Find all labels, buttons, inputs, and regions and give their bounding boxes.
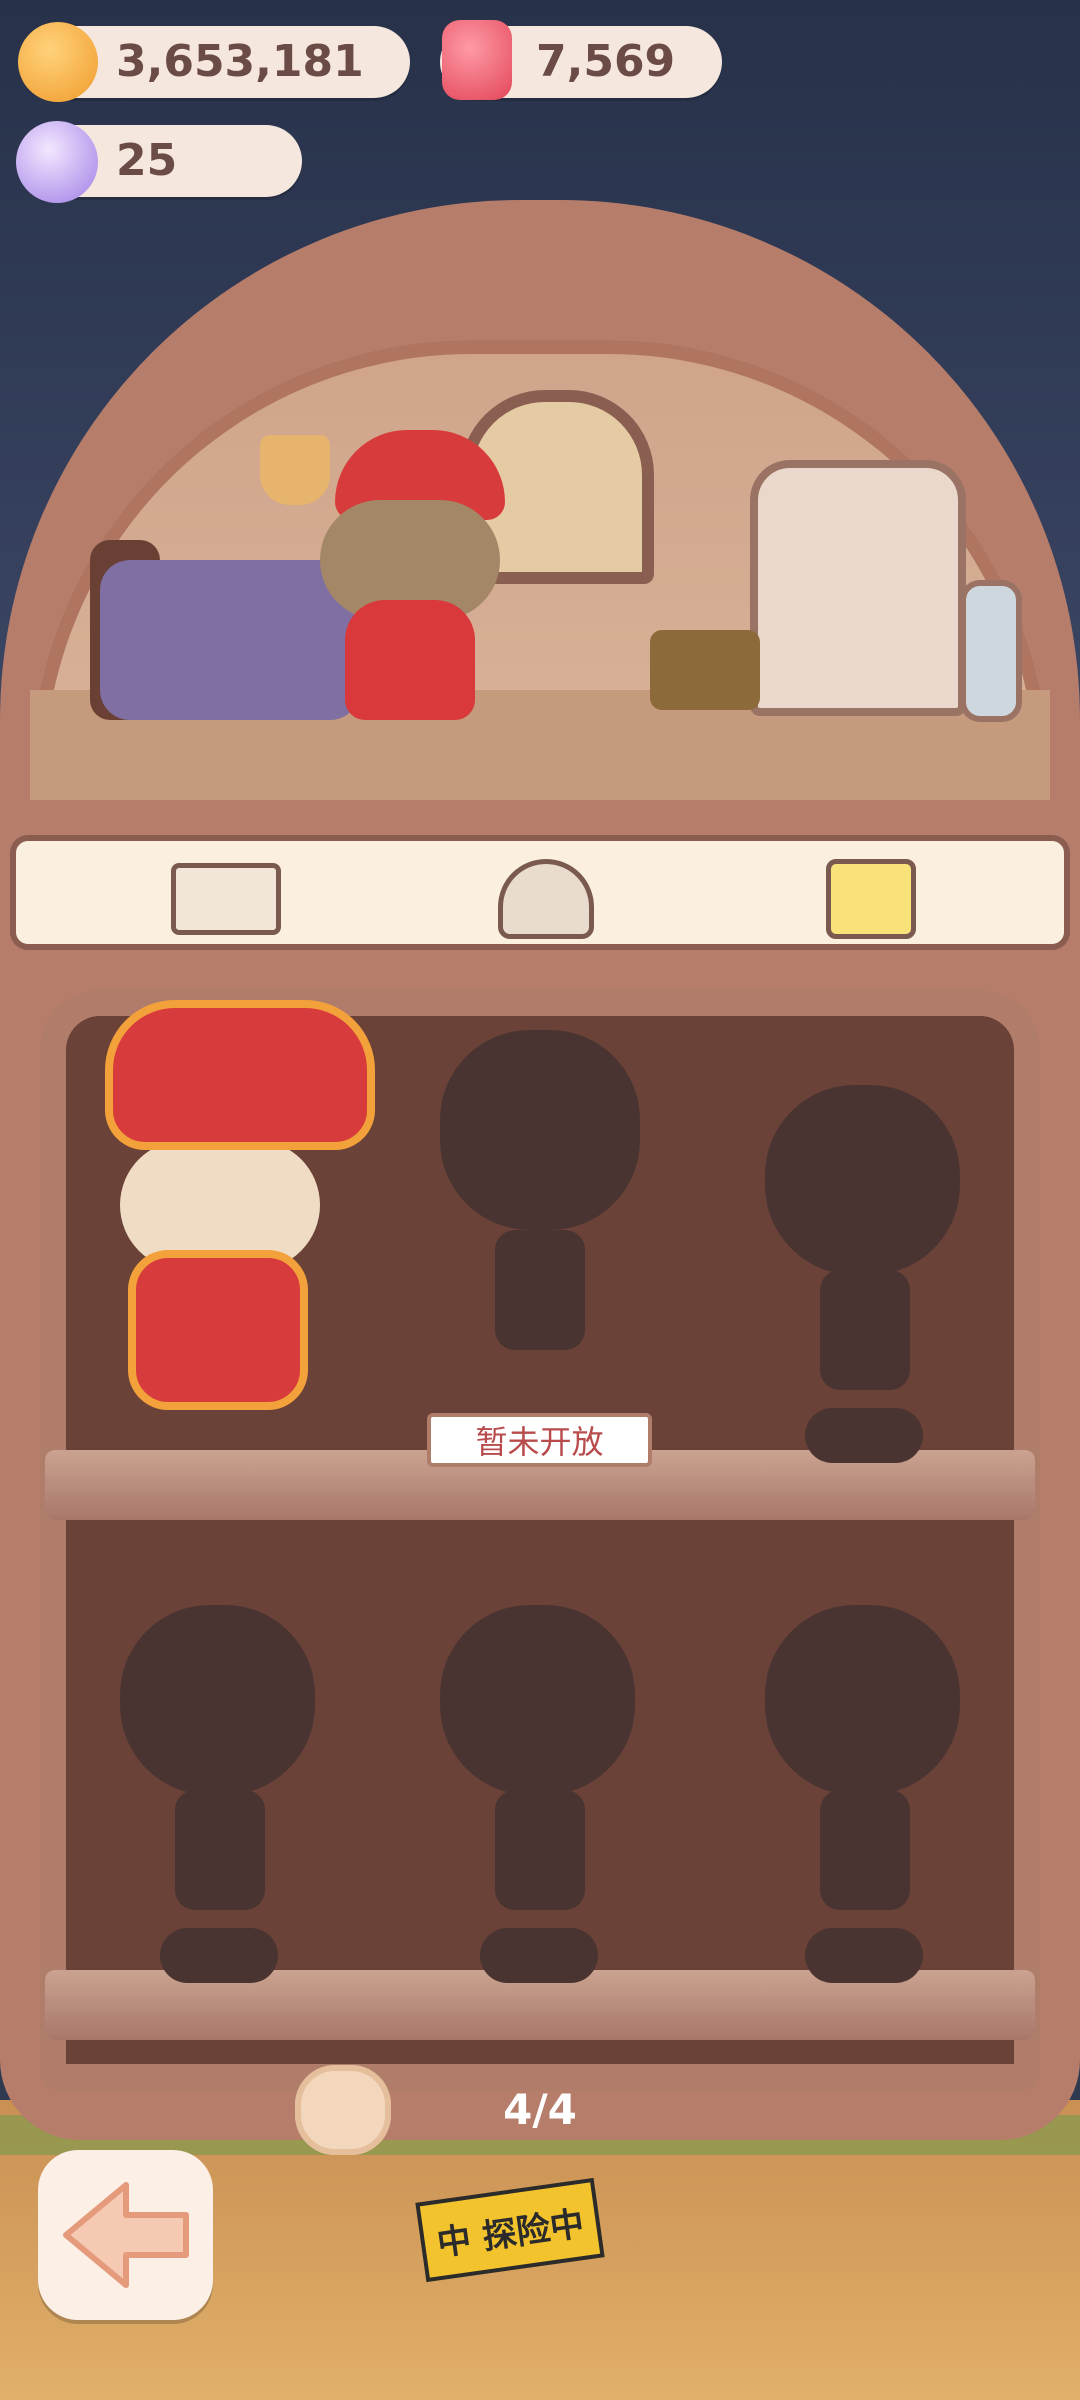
locked-label: 暂未开放 — [427, 1413, 652, 1467]
room-wardrobe — [750, 460, 966, 716]
coin-amount: 3,653,181 — [116, 36, 364, 87]
christmas-hat-item[interactable] — [105, 1000, 375, 1150]
candy-icon — [16, 121, 98, 203]
slot-head — [440, 1605, 635, 1795]
lamp — [260, 435, 330, 505]
standing-mirror — [960, 580, 1022, 722]
bed — [100, 560, 360, 720]
slot-base — [480, 1928, 598, 1983]
slot-base — [805, 1928, 923, 1983]
tab-outfit[interactable] — [811, 849, 931, 949]
slot-base — [805, 1408, 923, 1463]
slot-neck — [495, 1790, 585, 1910]
tab-hotel[interactable] — [486, 849, 606, 949]
gem-counter[interactable]: 7,569 — [440, 20, 722, 100]
locked-slot-neck — [495, 1230, 585, 1350]
shirt-icon — [826, 859, 916, 939]
gem-amount: 7,569 — [536, 36, 676, 87]
arrow-left-icon — [62, 2182, 189, 2288]
page-counter: 4/4 — [503, 2085, 577, 2134]
slot-head — [120, 1605, 315, 1795]
christmas-coat-item[interactable] — [128, 1250, 308, 1410]
slot-base — [160, 1928, 278, 1983]
slot-neck — [175, 1790, 265, 1910]
cookie-coin-icon — [18, 22, 98, 102]
paw-icon[interactable] — [295, 2065, 391, 2155]
locked-slot-head — [440, 1030, 640, 1230]
book-icon — [171, 863, 281, 935]
slot-head — [765, 1605, 960, 1795]
slot-head — [765, 1085, 960, 1275]
candy-counter[interactable]: 25 — [16, 121, 302, 203]
tab-book[interactable] — [166, 849, 286, 949]
candy-amount: 25 — [116, 135, 178, 186]
back-button[interactable] — [38, 2150, 213, 2320]
hotel-icon — [498, 859, 594, 939]
character-body[interactable] — [345, 600, 475, 720]
slot-neck — [820, 1790, 910, 1910]
category-tabbar — [10, 835, 1070, 950]
coin-counter[interactable]: 3,653,181 — [18, 22, 410, 102]
treasure-chest — [650, 630, 760, 710]
slot-neck — [820, 1270, 910, 1390]
jelly-gem-icon — [442, 20, 512, 100]
